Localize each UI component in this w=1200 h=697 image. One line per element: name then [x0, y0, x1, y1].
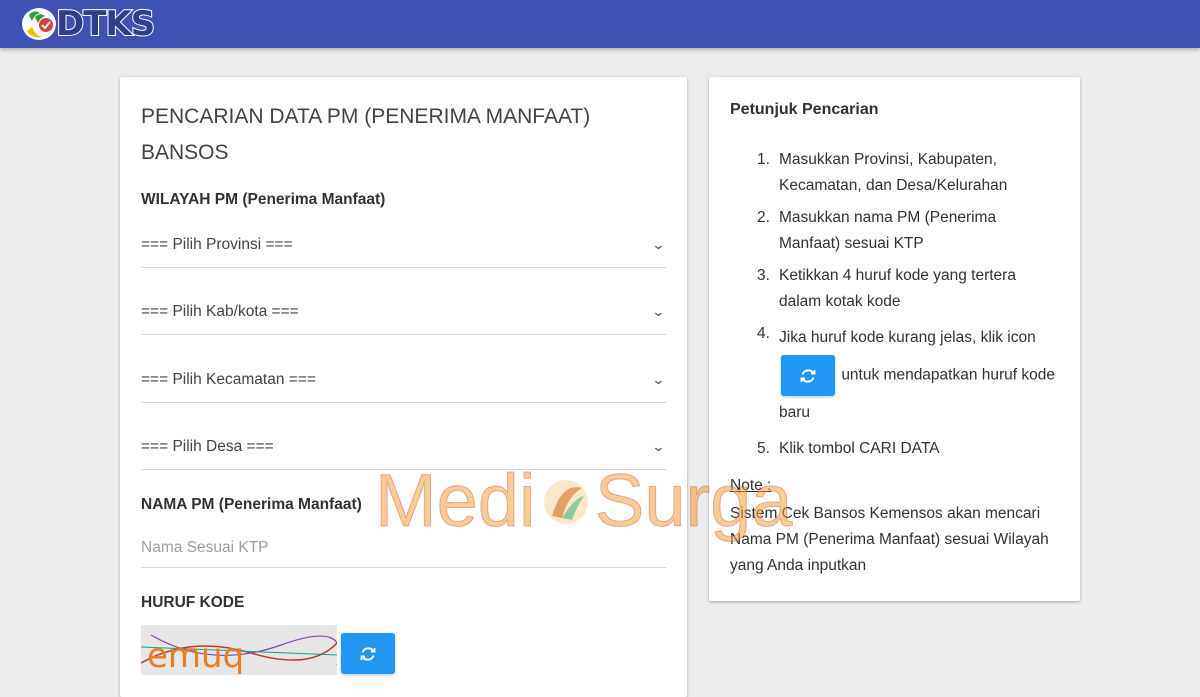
guide-step: 4. Jika huruf kode kurang jelas, klik ic…	[757, 325, 1056, 421]
district-select[interactable]: === Pilih Kecamatan === ⌄	[141, 358, 666, 403]
guide-step: 5. Klik tombol CARI DATA	[757, 440, 940, 457]
guide-steps: 1. Masukkan Provinsi, Kabupaten, Kecamat…	[757, 147, 1057, 462]
page-title: PENCARIAN DATA PM (PENERIMA MANFAAT) BAN…	[141, 105, 591, 164]
search-form-card: PENCARIAN DATA PM (PENERIMA MANFAAT) BAN…	[120, 77, 687, 697]
regency-select[interactable]: === Pilih Kab/kota === ⌄	[141, 290, 666, 335]
province-select[interactable]: === Pilih Provinsi === ⌄	[141, 223, 666, 268]
inline-refresh-button[interactable]	[781, 355, 835, 396]
kode-label: HURUF KODE	[141, 594, 245, 611]
guide-step: 3. Ketikkan 4 huruf kode yang tertera da…	[757, 267, 1016, 310]
refresh-icon	[360, 646, 376, 661]
dtks-logo[interactable]: DTKS	[20, 3, 165, 45]
refresh-icon	[800, 368, 816, 383]
province-select-value: === Pilih Provinsi ===	[141, 236, 293, 253]
wilayah-label: WILAYAH PM (Penerima Manfaat)	[141, 191, 386, 208]
nama-label: NAMA PM (Penerima Manfaat)	[141, 496, 362, 513]
village-select-value: === Pilih Desa ===	[141, 438, 274, 455]
chevron-down-icon: ⌄	[651, 372, 666, 387]
regency-select-value: === Pilih Kab/kota ===	[141, 303, 299, 320]
captcha-image: emuq	[141, 625, 337, 675]
village-select[interactable]: === Pilih Desa === ⌄	[141, 425, 666, 470]
note-label: Note :	[730, 477, 772, 494]
chevron-down-icon: ⌄	[651, 237, 666, 252]
name-input[interactable]	[141, 528, 666, 568]
guide-card: Petunjuk Pencarian 1. Masukkan Provinsi,…	[709, 77, 1080, 601]
district-select-value: === Pilih Kecamatan ===	[141, 371, 316, 388]
refresh-captcha-button[interactable]	[341, 633, 395, 674]
note-text: Sistem Cek Bansos Kemensos akan mencari …	[730, 505, 1049, 574]
logo-emblem-icon	[22, 8, 56, 40]
captcha-text: emuq	[147, 636, 244, 675]
logo-text: DTKS	[55, 3, 156, 45]
guide-title: Petunjuk Pencarian	[730, 101, 879, 118]
top-navbar: DTKS	[0, 0, 1200, 48]
chevron-down-icon: ⌄	[651, 439, 666, 454]
chevron-down-icon: ⌄	[651, 304, 666, 319]
guide-step: 2. Masukkan nama PM (Penerima Manfaat) s…	[757, 209, 997, 252]
guide-step: 1. Masukkan Provinsi, Kabupaten, Kecamat…	[757, 151, 1008, 194]
